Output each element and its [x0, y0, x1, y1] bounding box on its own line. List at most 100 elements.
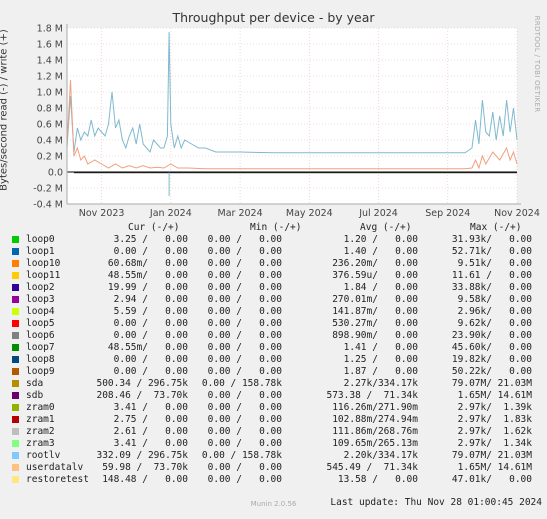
legend-avg: 1.40 / 0.00 — [343, 246, 418, 257]
x-tick-label: Sep 2024 — [425, 208, 470, 219]
legend-min: 0.00 / 0.00 — [207, 306, 282, 317]
legend-row-loop4: loop4 5.59 / 0.00 0.00 / 0.00 141.87m/ 0.00… — [12, 306, 542, 318]
legend-swatch — [12, 356, 19, 363]
throughput-chart: 1.8 M 1.6 M 1.4 M 1.2 M 1.0 M 0.8 M 0.6 M 0.4 M… — [33, 24, 540, 220]
legend-swatch — [12, 296, 19, 303]
legend-swatch — [12, 284, 19, 291]
legend-min: 0.00 / 0.00 — [207, 330, 282, 341]
legend-max: 9.62k/ 0.00 — [457, 318, 532, 329]
legend-row-rootlv: rootlv 332.09 / 296.75k 0.00 / 158.78k 2.20… — [12, 450, 542, 462]
legend-min: 0.00 / 0.00 — [207, 282, 282, 293]
legend-name: loop1 — [26, 246, 55, 257]
y-tick-label: -0.2 M — [33, 184, 63, 195]
legend-cur: 5.59 / 0.00 — [113, 306, 188, 317]
legend-header-avg: Avg (-/+) — [360, 222, 412, 233]
legend-max: 2.96k/ 0.00 — [457, 306, 532, 317]
legend-name: userdatalv — [26, 462, 84, 473]
legend-cur: 2.61 / 0.00 — [113, 426, 188, 437]
legend-cur: 0.00 / 0.00 — [113, 318, 188, 329]
legend-min: 0.00 / 0.00 — [207, 462, 282, 473]
legend-max: 1.65M/ 14.61M — [457, 462, 532, 473]
x-tick-label: Jul 2024 — [358, 208, 398, 219]
legend-max: 2.97k/ 1.34k — [457, 438, 532, 449]
x-tick-label: Nov 2024 — [494, 208, 540, 219]
y-tick-label: 1.0 M — [37, 88, 63, 99]
legend-swatch — [12, 404, 19, 411]
legend-avg: 236.20m/ 0.00 — [332, 258, 418, 269]
legend-min: 0.00 / 0.00 — [207, 390, 282, 401]
legend-avg: 2.27k/334.17k — [343, 378, 418, 389]
legend-row-loop5: loop5 0.00 / 0.00 0.00 / 0.00 530.27m/ 0.00… — [12, 318, 542, 330]
legend-avg: 573.38 / 71.34k — [326, 390, 418, 401]
legend-row-loop10: loop10 60.68m/ 0.00 0.00 / 0.00 236.20m/ 0.… — [12, 258, 542, 270]
legend-swatch — [12, 272, 19, 279]
y-tick-label: 1.2 M — [37, 72, 63, 83]
y-tick-label: 0.0 — [48, 168, 63, 179]
legend-swatch — [12, 380, 19, 387]
legend-name: loop11 — [26, 270, 61, 281]
legend-min: 0.00 / 158.78k — [201, 378, 282, 389]
legend-min: 0.00 / 0.00 — [207, 474, 282, 485]
legend-avg: 1.87 / 0.00 — [343, 366, 418, 377]
legend-max: 79.07M/ 21.03M — [451, 378, 532, 389]
legend-name: loop0 — [26, 234, 55, 245]
legend-row-loop3: loop3 2.94 / 0.00 0.00 / 0.00 270.01m/ 0.00… — [12, 294, 542, 306]
legend-swatch — [12, 416, 19, 423]
legend-row-zram1: zram1 2.75 / 0.00 0.00 / 0.00 102.88m/274.9… — [12, 414, 542, 426]
legend-cur: 3.41 / 0.00 — [113, 402, 188, 413]
legend-cur: 48.55m/ 0.00 — [107, 270, 188, 281]
legend-avg: 141.87m/ 0.00 — [332, 306, 418, 317]
legend-swatch — [12, 344, 19, 351]
legend-swatch — [12, 236, 19, 243]
legend-min: 0.00 / 158.78k — [201, 450, 282, 461]
legend-row-loop2: loop2 19.99 / 0.00 0.00 / 0.00 1.84 / 0.00 3… — [12, 282, 542, 294]
legend-swatch — [12, 320, 19, 327]
legend-max: 1.65M/ 14.61M — [457, 390, 532, 401]
legend-avg: 102.88m/274.94m — [332, 414, 418, 425]
legend-name: loop5 — [26, 318, 55, 329]
legend-cur: 19.99 / 0.00 — [107, 282, 188, 293]
legend-swatch — [12, 248, 19, 255]
legend-swatch — [12, 464, 19, 471]
legend-cur: 48.55m/ 0.00 — [107, 342, 188, 353]
legend-header-min: Min (-/+) — [250, 222, 302, 233]
plot-background — [67, 28, 517, 204]
legend-cur: 0.00 / 0.00 — [113, 354, 188, 365]
x-tick-label: Nov 2023 — [79, 208, 125, 219]
legend-row-loop0: loop0 3.25 / 0.00 0.00 / 0.00 1.20 / 0.00 31… — [12, 234, 542, 246]
legend-max: 31.93k/ 0.00 — [451, 234, 532, 245]
legend-min: 0.00 / 0.00 — [207, 366, 282, 377]
legend-name: zram3 — [26, 438, 55, 449]
legend-swatch — [12, 260, 19, 267]
legend-name: loop10 — [26, 258, 61, 269]
legend-name: zram1 — [26, 414, 55, 425]
legend-row-loop8: loop8 0.00 / 0.00 0.00 / 0.00 1.25 / 0.00 19… — [12, 354, 542, 366]
y-tick-label: 1.4 M — [37, 56, 63, 67]
y-tick-label: 0.2 M — [37, 152, 63, 163]
legend-avg: 1.20 / 0.00 — [343, 234, 418, 245]
legend-min: 0.00 / 0.00 — [207, 438, 282, 449]
legend-name: zram0 — [26, 402, 55, 413]
legend-cur: 3.25 / 0.00 — [113, 234, 188, 245]
legend-min: 0.00 / 0.00 — [207, 402, 282, 413]
legend-cur: 0.00 / 0.00 — [113, 246, 188, 257]
legend-name: restoretest — [26, 474, 89, 485]
legend-cur: 3.41 / 0.00 — [113, 438, 188, 449]
legend-avg: 111.86m/268.76m — [332, 426, 418, 437]
legend-avg: 1.25 / 0.00 — [343, 354, 418, 365]
legend-avg: 13.58 / 0.00 — [337, 474, 418, 485]
legend-min: 0.00 / 0.00 — [207, 258, 282, 269]
legend-name: zram2 — [26, 426, 55, 437]
legend-max: 19.82k/ 0.00 — [451, 354, 532, 365]
legend-max: 11.61 / 0.00 — [451, 270, 532, 281]
legend-swatch — [12, 428, 19, 435]
legend-max: 45.60k/ 0.00 — [451, 342, 532, 353]
y-tick-label: 1.6 M — [37, 40, 63, 51]
legend-name: sdb — [26, 390, 44, 401]
legend-name: loop3 — [26, 294, 55, 305]
legend-max: 9.51k/ 0.00 — [457, 258, 532, 269]
legend-cur: 2.75 / 0.00 — [113, 414, 188, 425]
x-tick-label: May 2024 — [286, 208, 333, 219]
legend-min: 0.00 / 0.00 — [207, 426, 282, 437]
legend-max: 52.71k/ 0.00 — [451, 246, 532, 257]
